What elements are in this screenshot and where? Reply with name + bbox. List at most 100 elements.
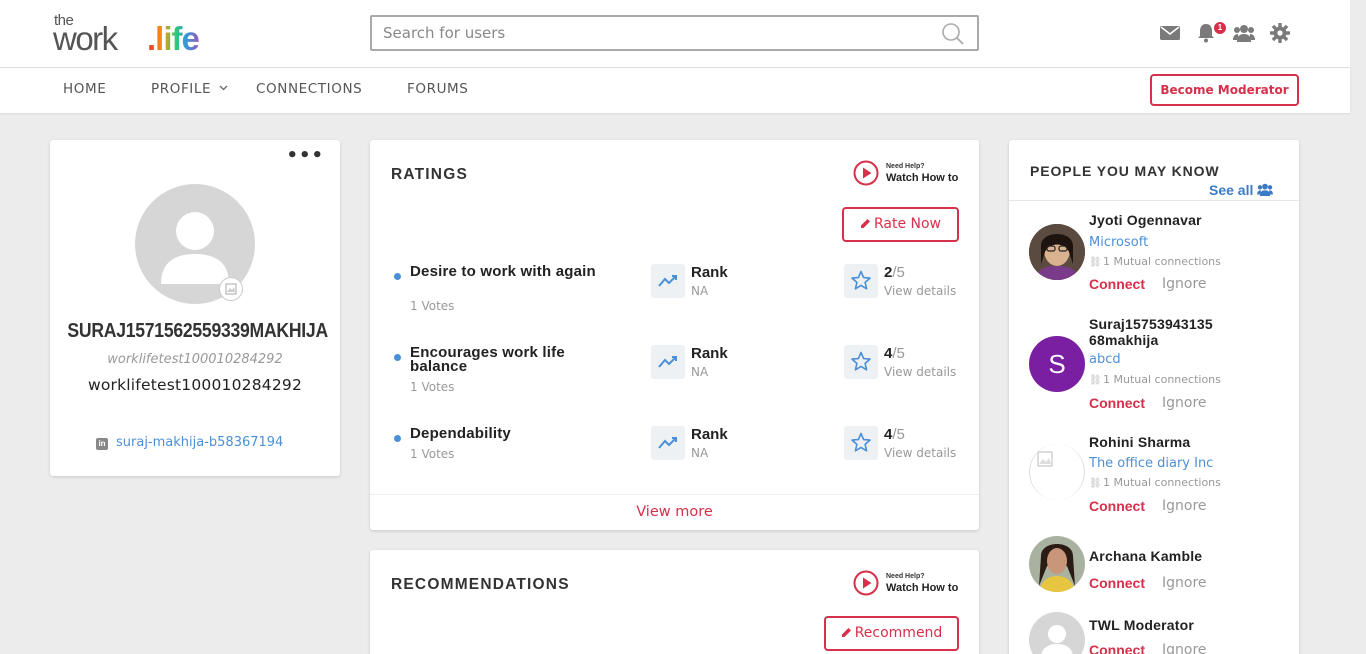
connections-icon[interactable] xyxy=(1233,24,1255,46)
mutual-connections: ⛓1 Mutual connections xyxy=(1089,476,1221,489)
person-name[interactable]: Archana Kamble xyxy=(1089,548,1259,564)
bullet-dot xyxy=(394,435,401,442)
trend-icon xyxy=(651,426,685,460)
logo-work: work xyxy=(53,20,118,57)
mail-icon[interactable] xyxy=(1160,25,1180,45)
nav-profile-label: PROFILE xyxy=(151,81,212,97)
rating-title: Desire to work with again xyxy=(410,263,596,280)
person-avatar[interactable]: S xyxy=(1029,336,1085,392)
more-options-icon[interactable]: ••• xyxy=(286,147,324,165)
help-need-text: Need Help? xyxy=(886,163,925,170)
recommendations-title: RECOMMENDATIONS xyxy=(391,576,570,593)
mutual-text: 1 Mutual connections xyxy=(1103,373,1221,386)
recommend-button[interactable]: Recommend xyxy=(824,616,959,651)
person-name[interactable]: Suraj15753943135 68makhija xyxy=(1089,316,1259,348)
rating-score: 4/5 xyxy=(884,426,905,443)
see-all-link[interactable]: See all xyxy=(1209,182,1274,198)
rating-score: 4/5 xyxy=(884,345,905,362)
user-search-box xyxy=(370,15,979,51)
notification-bell-icon[interactable] xyxy=(1197,23,1215,47)
rate-now-button[interactable]: Rate Now xyxy=(842,207,959,242)
nav-profile[interactable]: PROFILE xyxy=(151,81,228,97)
person-company[interactable]: abcd xyxy=(1089,352,1121,367)
recommend-label: Recommend xyxy=(854,625,943,641)
mutual-connections: ⛓1 Mutual connections xyxy=(1089,373,1221,386)
linkedin-icon: in xyxy=(96,438,108,450)
ignore-button[interactable]: Ignore xyxy=(1162,642,1207,654)
rating-votes: 1 Votes xyxy=(410,447,455,461)
notification-badge: 1 xyxy=(1214,22,1226,34)
ignore-button[interactable]: Ignore xyxy=(1162,575,1207,591)
rating-title: Encourages work life balance xyxy=(410,344,565,375)
person-name[interactable]: Rohini Sharma xyxy=(1089,434,1259,450)
rank-label: Rank xyxy=(691,345,728,362)
search-icon[interactable] xyxy=(941,22,965,50)
linkedin-text: suraj-makhija-b58367194 xyxy=(116,435,284,450)
change-photo-icon[interactable] xyxy=(219,277,243,301)
nav-connections[interactable]: CONNECTIONS xyxy=(256,81,362,97)
rate-now-label: Rate Now xyxy=(873,216,942,232)
person-company[interactable]: The office diary Inc xyxy=(1089,456,1213,471)
pencil-icon xyxy=(841,628,851,637)
ignore-button[interactable]: Ignore xyxy=(1162,276,1207,292)
settings-gear-icon[interactable] xyxy=(1270,23,1290,47)
broken-image-icon xyxy=(1037,451,1053,467)
nav-forums[interactable]: FORUMS xyxy=(407,81,468,97)
connect-button[interactable]: Connect xyxy=(1089,395,1145,411)
rating-votes: 1 Votes xyxy=(410,299,455,313)
connect-button[interactable]: Connect xyxy=(1089,498,1145,514)
linkedin-link[interactable]: in suraj-makhija-b58367194 xyxy=(96,435,283,450)
group-icon xyxy=(1257,183,1274,196)
person-name[interactable]: TWL Moderator xyxy=(1089,617,1259,633)
rating-title: Dependability xyxy=(410,425,511,442)
chevron-down-icon xyxy=(219,85,228,91)
help-watch-text: Watch How to xyxy=(886,582,959,594)
logo-life: .life xyxy=(147,20,200,57)
ignore-button[interactable]: Ignore xyxy=(1162,498,1207,514)
bullet-dot xyxy=(394,273,401,280)
person-avatar[interactable] xyxy=(1029,444,1085,500)
star-icon xyxy=(844,264,878,298)
profile-name: SURAJ1571562559339MAKHIJA xyxy=(67,320,328,342)
nav-home[interactable]: HOME xyxy=(63,81,106,97)
score-denominator: /5 xyxy=(892,426,905,443)
person-avatar[interactable] xyxy=(1029,224,1085,280)
watch-how-to-link[interactable]: Need Help? Watch How to xyxy=(853,160,963,186)
watch-how-to-link[interactable]: Need Help? Watch How to xyxy=(853,570,963,596)
rating-votes: 1 Votes xyxy=(410,380,455,394)
divider xyxy=(1009,200,1299,201)
people-title: PEOPLE YOU MAY KNOW xyxy=(1030,163,1220,179)
search-input[interactable] xyxy=(372,17,912,49)
pencil-icon xyxy=(860,219,870,228)
rating-row: Encourages work life balance 1 Votes Ran… xyxy=(370,344,979,406)
bullet-dot xyxy=(394,354,401,361)
ratings-title: RATINGS xyxy=(391,166,468,183)
worklife-logo[interactable]: the work .life xyxy=(53,12,213,57)
rank-label: Rank xyxy=(691,426,728,443)
connect-button[interactable]: Connect xyxy=(1089,276,1145,292)
connect-button[interactable]: Connect xyxy=(1089,575,1145,591)
view-more-link[interactable]: View more xyxy=(370,494,979,530)
view-details-link[interactable]: View details xyxy=(884,446,956,460)
rating-row: Desire to work with again 1 Votes Rank N… xyxy=(370,263,979,325)
help-need-text: Need Help? xyxy=(886,573,925,580)
link-icon: ⛓ xyxy=(1089,478,1102,489)
become-moderator-button[interactable]: Become Moderator xyxy=(1150,74,1299,106)
view-details-link[interactable]: View details xyxy=(884,284,956,298)
connect-button[interactable]: Connect xyxy=(1089,642,1145,654)
mutual-text: 1 Mutual connections xyxy=(1103,255,1221,268)
profile-card: ••• SURAJ1571562559339MAKHIJA worklifete… xyxy=(50,140,340,476)
person-avatar[interactable] xyxy=(1029,612,1085,654)
person-name[interactable]: Jyoti Ogennavar xyxy=(1089,212,1259,228)
ignore-button[interactable]: Ignore xyxy=(1162,395,1207,411)
profile-handle: worklifetest100010284292 xyxy=(87,376,303,394)
rating-row: Dependability 1 Votes Rank NA 4/5 View d… xyxy=(370,425,979,487)
link-icon: ⛓ xyxy=(1089,375,1102,386)
person-company[interactable]: Microsoft xyxy=(1089,235,1148,250)
score-denominator: /5 xyxy=(892,264,905,281)
person-avatar[interactable] xyxy=(1029,536,1085,592)
people-you-may-know-card: PEOPLE YOU MAY KNOW See all Jyoti Ogenna… xyxy=(1009,140,1299,654)
mutual-text: 1 Mutual connections xyxy=(1103,476,1221,489)
rank-label: Rank xyxy=(691,264,728,281)
view-details-link[interactable]: View details xyxy=(884,365,956,379)
